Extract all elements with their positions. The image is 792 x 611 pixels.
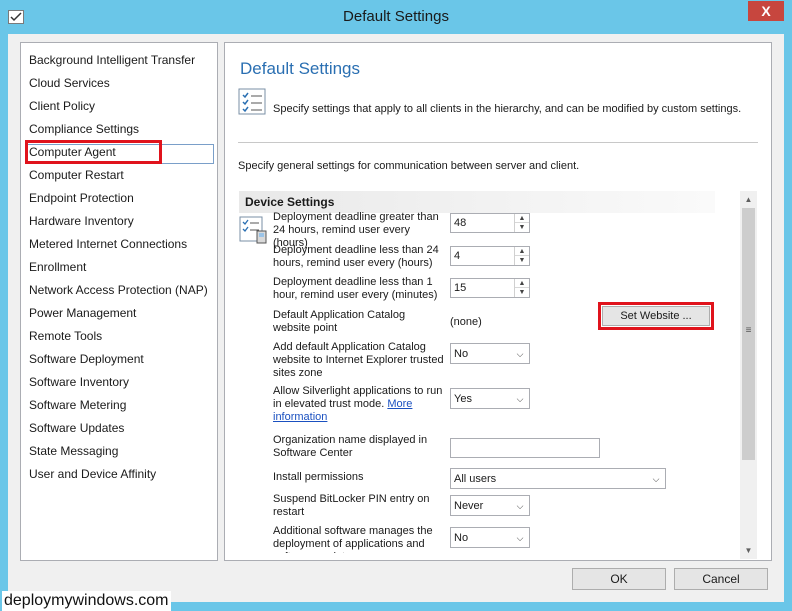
chevron-down-icon: ⌵: [652, 474, 660, 484]
additional-software-label: Additional software manages the deployme…: [273, 525, 433, 553]
ok-button[interactable]: OK: [572, 568, 666, 590]
nav-item-hardware-inventory[interactable]: Hardware Inventory: [29, 211, 134, 231]
title-bar[interactable]: Default Settings X: [0, 0, 792, 34]
nav-item-software-updates[interactable]: Software Updates: [29, 418, 124, 438]
nav-item-network-access-protection[interactable]: Network Access Protection (NAP): [29, 280, 208, 300]
nav-item-metered-internet-connections[interactable]: Metered Internet Connections: [29, 234, 187, 254]
spin-down-icon[interactable]: ▼: [515, 288, 529, 297]
deadline-less1-label: Deployment deadline less than 1 hour, re…: [273, 276, 438, 301]
install-perm-label: Install permissions: [273, 471, 364, 483]
silverlight-label: Allow Silverlight applications to run in…: [273, 385, 445, 424]
bitlocker-value: Never: [454, 500, 484, 512]
spin-up-icon[interactable]: ▲: [515, 279, 529, 288]
nav-item-computer-restart[interactable]: Computer Restart: [29, 165, 124, 185]
cancel-button[interactable]: Cancel: [674, 568, 768, 590]
window-title: Default Settings: [343, 8, 449, 25]
separator: [238, 142, 758, 143]
settings-nav-list: Background Intelligent Transfer Cloud Se…: [20, 42, 218, 561]
nav-item-software-inventory[interactable]: Software Inventory: [29, 372, 129, 392]
silverlight-text: Allow Silverlight applications to run in…: [273, 385, 443, 410]
scroll-down-icon[interactable]: ▼: [741, 543, 756, 558]
deadline-less24-spinner[interactable]: 4 ▲ ▼: [450, 246, 530, 266]
close-button[interactable]: X: [748, 1, 784, 21]
install-permissions-dropdown[interactable]: All users ⌵: [450, 468, 666, 489]
set-website-highlight: [598, 302, 714, 330]
spinner-buttons: ▲ ▼: [514, 214, 529, 232]
add-catalog-label: Add default Application Catalog website …: [273, 341, 444, 379]
add-catalog-dropdown[interactable]: No ⌵: [450, 343, 530, 364]
additional-software-dropdown[interactable]: No ⌵: [450, 527, 530, 548]
catalog-point-value: (none): [450, 316, 482, 328]
deadline-greater-value: 48: [454, 217, 467, 229]
computer-agent-highlight: [25, 140, 162, 164]
spin-down-icon[interactable]: ▼: [515, 223, 529, 232]
additional-software-value: No: [454, 532, 469, 544]
spin-down-icon[interactable]: ▼: [515, 256, 529, 265]
deadline-less24-label: Deployment deadline less than 24 hours, …: [273, 244, 439, 269]
scroll-up-icon[interactable]: ▲: [741, 192, 756, 207]
nav-item-user-and-device-affinity[interactable]: User and Device Affinity: [29, 464, 156, 484]
spin-up-icon[interactable]: ▲: [515, 214, 529, 223]
scroll-thumb[interactable]: ≡: [742, 208, 755, 460]
deadline-less24-value: 4: [454, 250, 461, 262]
deadline-greater-spinner[interactable]: 48 ▲ ▼: [450, 213, 530, 233]
spinner-buttons: ▲ ▼: [514, 279, 529, 297]
deadline-less1-spinner[interactable]: 15 ▲ ▼: [450, 278, 530, 298]
silverlight-dropdown[interactable]: Yes ⌵: [450, 388, 530, 409]
nav-item-compliance-settings[interactable]: Compliance Settings: [29, 119, 139, 139]
install-permissions-value: All users: [454, 473, 497, 485]
checklist-icon: [238, 88, 268, 116]
nav-item-enrollment[interactable]: Enrollment: [29, 257, 86, 277]
nav-item-endpoint-protection[interactable]: Endpoint Protection: [29, 188, 134, 208]
device-settings-icon: [239, 215, 269, 245]
chevron-down-icon: ⌵: [516, 394, 524, 404]
silverlight-value: Yes: [454, 393, 472, 405]
spinner-buttons: ▲ ▼: [514, 247, 529, 265]
dialog-window: Default Settings X Background Intelligen…: [0, 0, 792, 611]
settings-panel: Default Settings Specify settings that a…: [224, 42, 772, 561]
settings-scroll-area: Device Settings Deployment deadline grea…: [239, 191, 759, 553]
nav-item-cloud-services[interactable]: Cloud Services: [29, 73, 110, 93]
page-title: Default Settings: [240, 59, 361, 78]
nav-item-state-messaging[interactable]: State Messaging: [29, 441, 118, 461]
dialog-body: Background Intelligent Transfer Cloud Se…: [8, 34, 784, 602]
page-subdescription: Specify general settings for communicati…: [238, 160, 580, 172]
grip-icon: ≡: [745, 325, 752, 336]
spin-up-icon[interactable]: ▲: [515, 247, 529, 256]
org-name-label: Organization name displayed in Software …: [273, 434, 428, 459]
bitlocker-label: Suspend BitLocker PIN entry on restart: [273, 493, 430, 518]
nav-item-client-policy[interactable]: Client Policy: [29, 96, 95, 116]
nav-item-remote-tools[interactable]: Remote Tools: [29, 326, 102, 346]
vertical-scrollbar[interactable]: ▲ ≡ ▼: [740, 191, 757, 559]
bitlocker-dropdown[interactable]: Never ⌵: [450, 495, 530, 516]
page-description: Specify settings that apply to all clien…: [273, 103, 742, 115]
chevron-down-icon: ⌵: [516, 501, 524, 511]
group-title: Device Settings: [245, 195, 335, 209]
nav-item-software-deployment[interactable]: Software Deployment: [29, 349, 144, 369]
watermark: deploymywindows.com: [2, 591, 171, 611]
chevron-down-icon: ⌵: [516, 533, 524, 543]
catalog-point-label: Default Application Catalog website poin…: [273, 309, 406, 334]
chevron-down-icon: ⌵: [516, 349, 524, 359]
org-name-input[interactable]: [450, 438, 600, 458]
add-catalog-value: No: [454, 348, 469, 360]
nav-item-background-intelligent-transfer[interactable]: Background Intelligent Transfer: [29, 50, 195, 70]
nav-item-power-management[interactable]: Power Management: [29, 303, 136, 323]
deadline-less1-value: 15: [454, 282, 467, 294]
nav-item-software-metering[interactable]: Software Metering: [29, 395, 126, 415]
device-settings-header: Device Settings: [239, 191, 715, 213]
